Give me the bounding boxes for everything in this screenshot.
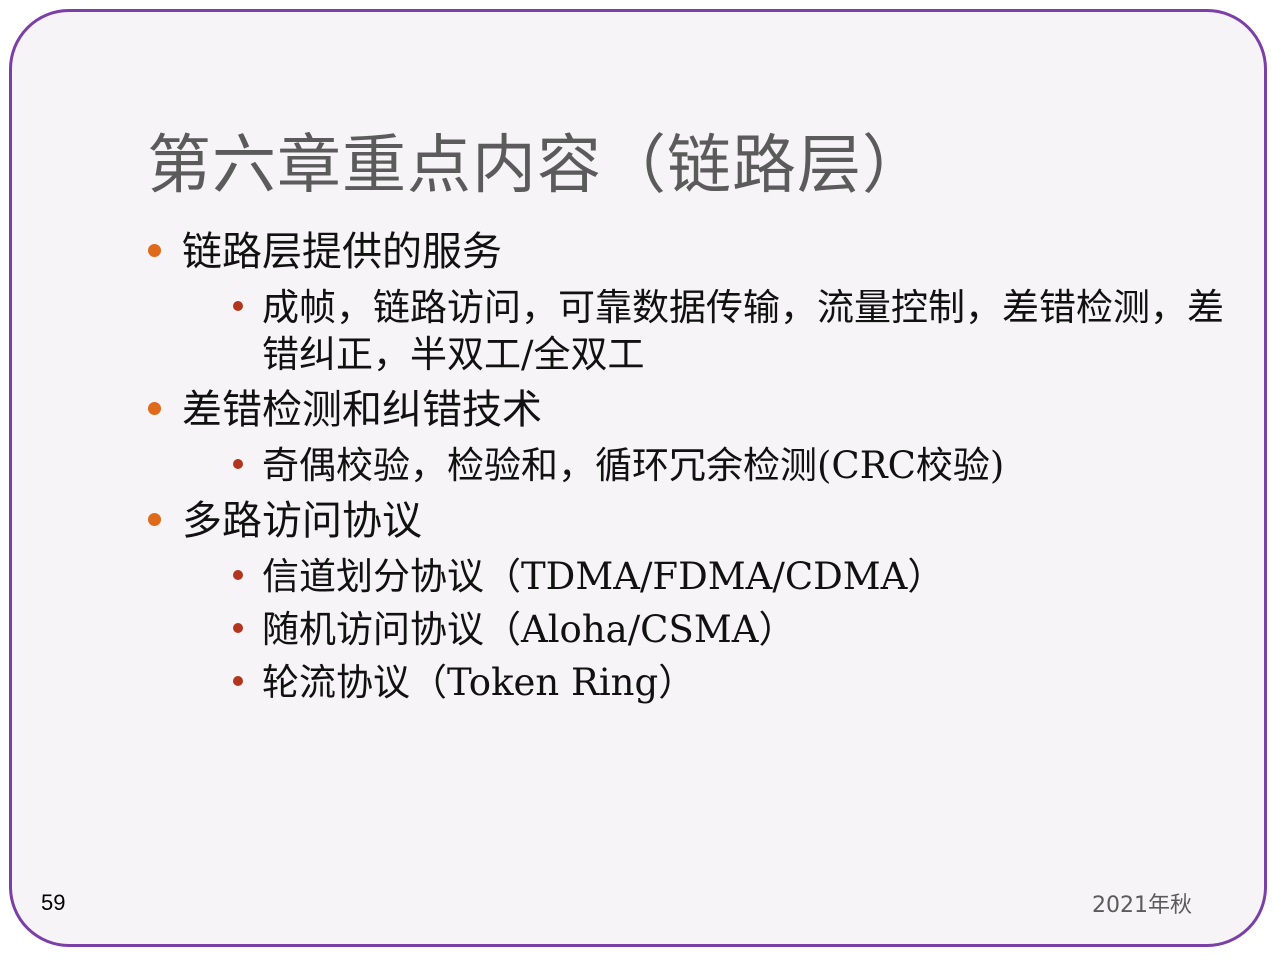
bullet-list: 链路层提供的服务 成帧，链路访问，可靠数据传输，流量控制，差错检测，差错纠正，半…: [142, 220, 1242, 706]
bullet-text: 多路访问协议: [182, 498, 422, 544]
bullet-dot-icon: [148, 402, 161, 415]
bullet-text: 链路层提供的服务: [182, 229, 502, 275]
page-number: 59: [41, 890, 66, 915]
bullet-dot-icon: [148, 513, 161, 526]
sub-bullet-item: 奇偶校验，检验和，循环冗余检测(CRC校验): [222, 442, 1242, 489]
sub-bullet-list: 奇偶校验，检验和，循环冗余检测(CRC校验): [182, 442, 1242, 489]
sub-bullet-text: 成帧，链路访问，可靠数据传输，流量控制，差错检测，差错纠正，半双工/全双工: [262, 286, 1224, 376]
sub-bullet-text: 随机访问协议（Aloha/CSMA）: [262, 608, 796, 651]
slide-title: 第六章重点内容（链路层）: [147, 129, 927, 203]
sub-bullet-text: 信道划分协议（TDMA/FDMA/CDMA）: [262, 555, 945, 598]
sub-bullet-list: 成帧，链路访问，可靠数据传输，流量控制，差错检测，差错纠正，半双工/全双工: [182, 284, 1242, 378]
sub-bullet-text: 奇偶校验，检验和，循环冗余检测(CRC校验): [262, 444, 1005, 487]
sub-bullet-item: 信道划分协议（TDMA/FDMA/CDMA）: [222, 553, 1242, 600]
bullet-dot-icon: [148, 244, 161, 257]
footer-date: 2021年秋: [1092, 893, 1192, 918]
bullet-text: 差错检测和纠错技术: [182, 387, 542, 433]
bullet-multiple-access: 多路访问协议 信道划分协议（TDMA/FDMA/CDMA） 随机访问协议（Alo…: [142, 495, 1242, 706]
sub-bullet-dot-icon: [233, 676, 243, 686]
sub-bullet-text: 轮流协议（Token Ring）: [262, 661, 696, 704]
sub-bullet-dot-icon: [233, 459, 243, 469]
bullet-services: 链路层提供的服务 成帧，链路访问，可靠数据传输，流量控制，差错检测，差错纠正，半…: [142, 226, 1242, 378]
sub-bullet-item: 随机访问协议（Aloha/CSMA）: [222, 606, 1242, 653]
sub-bullet-dot-icon: [233, 570, 243, 580]
sub-bullet-dot-icon: [233, 301, 243, 311]
sub-bullet-list: 信道划分协议（TDMA/FDMA/CDMA） 随机访问协议（Aloha/CSMA…: [182, 553, 1242, 706]
bullet-error-detection: 差错检测和纠错技术 奇偶校验，检验和，循环冗余检测(CRC校验): [142, 384, 1242, 489]
slide-frame: 第六章重点内容（链路层） 链路层提供的服务 成帧，链路访问，可靠数据传输，流量控…: [9, 9, 1267, 947]
sub-bullet-item: 轮流协议（Token Ring）: [222, 659, 1242, 706]
sub-bullet-dot-icon: [233, 623, 243, 633]
sub-bullet-item: 成帧，链路访问，可靠数据传输，流量控制，差错检测，差错纠正，半双工/全双工: [222, 284, 1242, 378]
